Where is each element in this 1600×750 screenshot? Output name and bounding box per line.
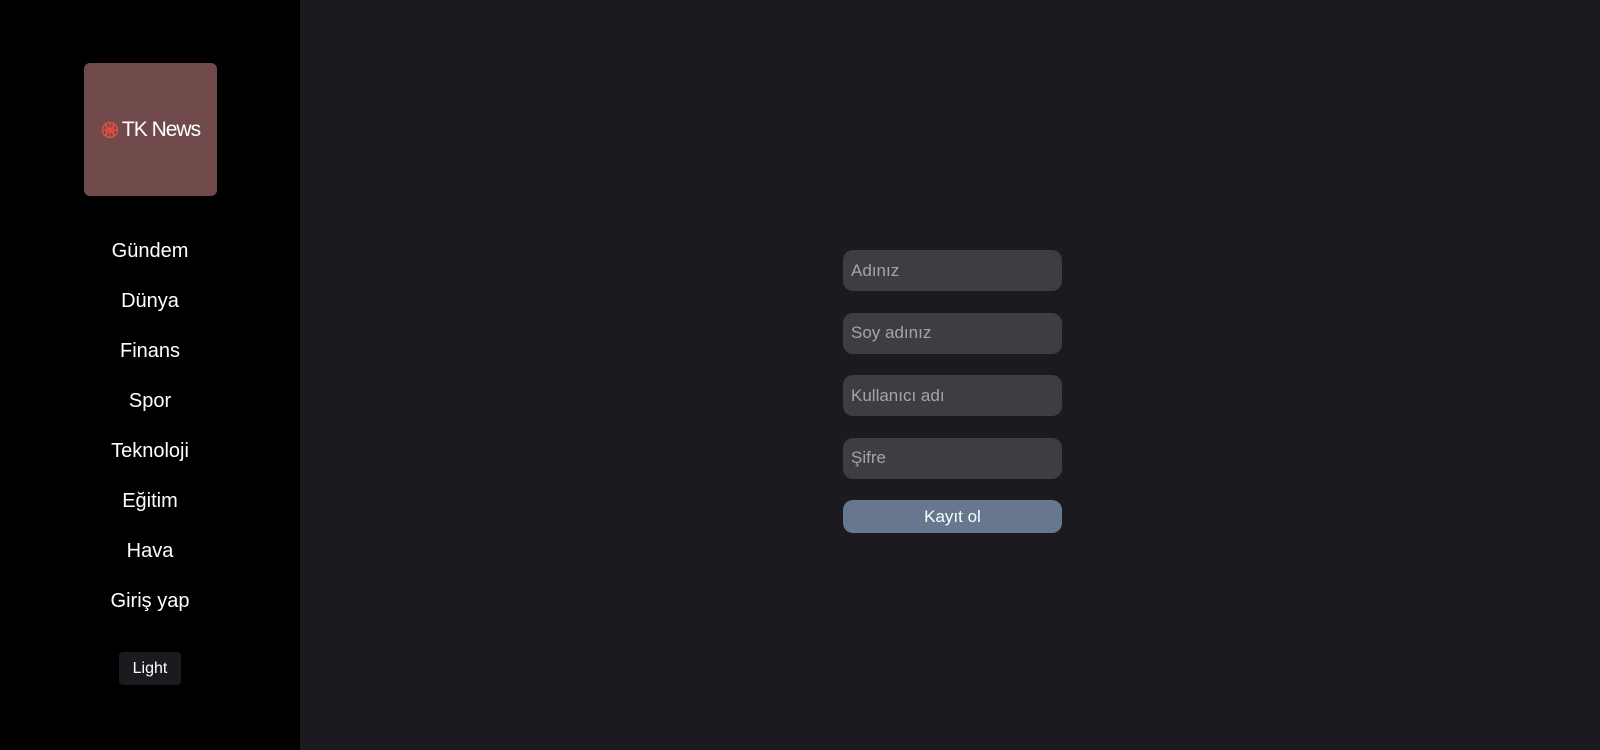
sidebar-nav: Gündem Dünya Finans Spor Teknoloji Eğiti… <box>0 226 300 626</box>
register-button[interactable]: Kayıt ol <box>843 500 1062 533</box>
brand-logo[interactable]: TK News <box>84 63 217 196</box>
sidebar-item-dunya[interactable]: Dünya <box>0 276 300 326</box>
sidebar-item-hava[interactable]: Hava <box>0 526 300 576</box>
sidebar-item-spor[interactable]: Spor <box>0 376 300 426</box>
sidebar-item-finans[interactable]: Finans <box>0 326 300 376</box>
theme-toggle-button[interactable]: Light <box>119 652 181 685</box>
sidebar-item-login[interactable]: Giriş yap <box>0 576 300 626</box>
globe-grid-icon <box>101 121 119 138</box>
brand-logo-inner: TK News <box>101 118 201 141</box>
register-form: Kayıt ol <box>843 250 1062 533</box>
sidebar-item-gundem[interactable]: Gündem <box>0 226 300 276</box>
sidebar-item-teknoloji[interactable]: Teknoloji <box>0 426 300 476</box>
last-name-input[interactable] <box>843 312 1062 354</box>
password-input[interactable] <box>843 437 1062 479</box>
first-name-input[interactable] <box>843 250 1062 291</box>
sidebar-item-egitim[interactable]: Eğitim <box>0 476 300 526</box>
brand-logo-text: TK News <box>121 118 201 141</box>
sidebar: TK News Gündem Dünya Finans Spor Teknolo… <box>0 0 300 750</box>
username-input[interactable] <box>843 375 1062 416</box>
app-root: TK News Gündem Dünya Finans Spor Teknolo… <box>0 0 1600 750</box>
